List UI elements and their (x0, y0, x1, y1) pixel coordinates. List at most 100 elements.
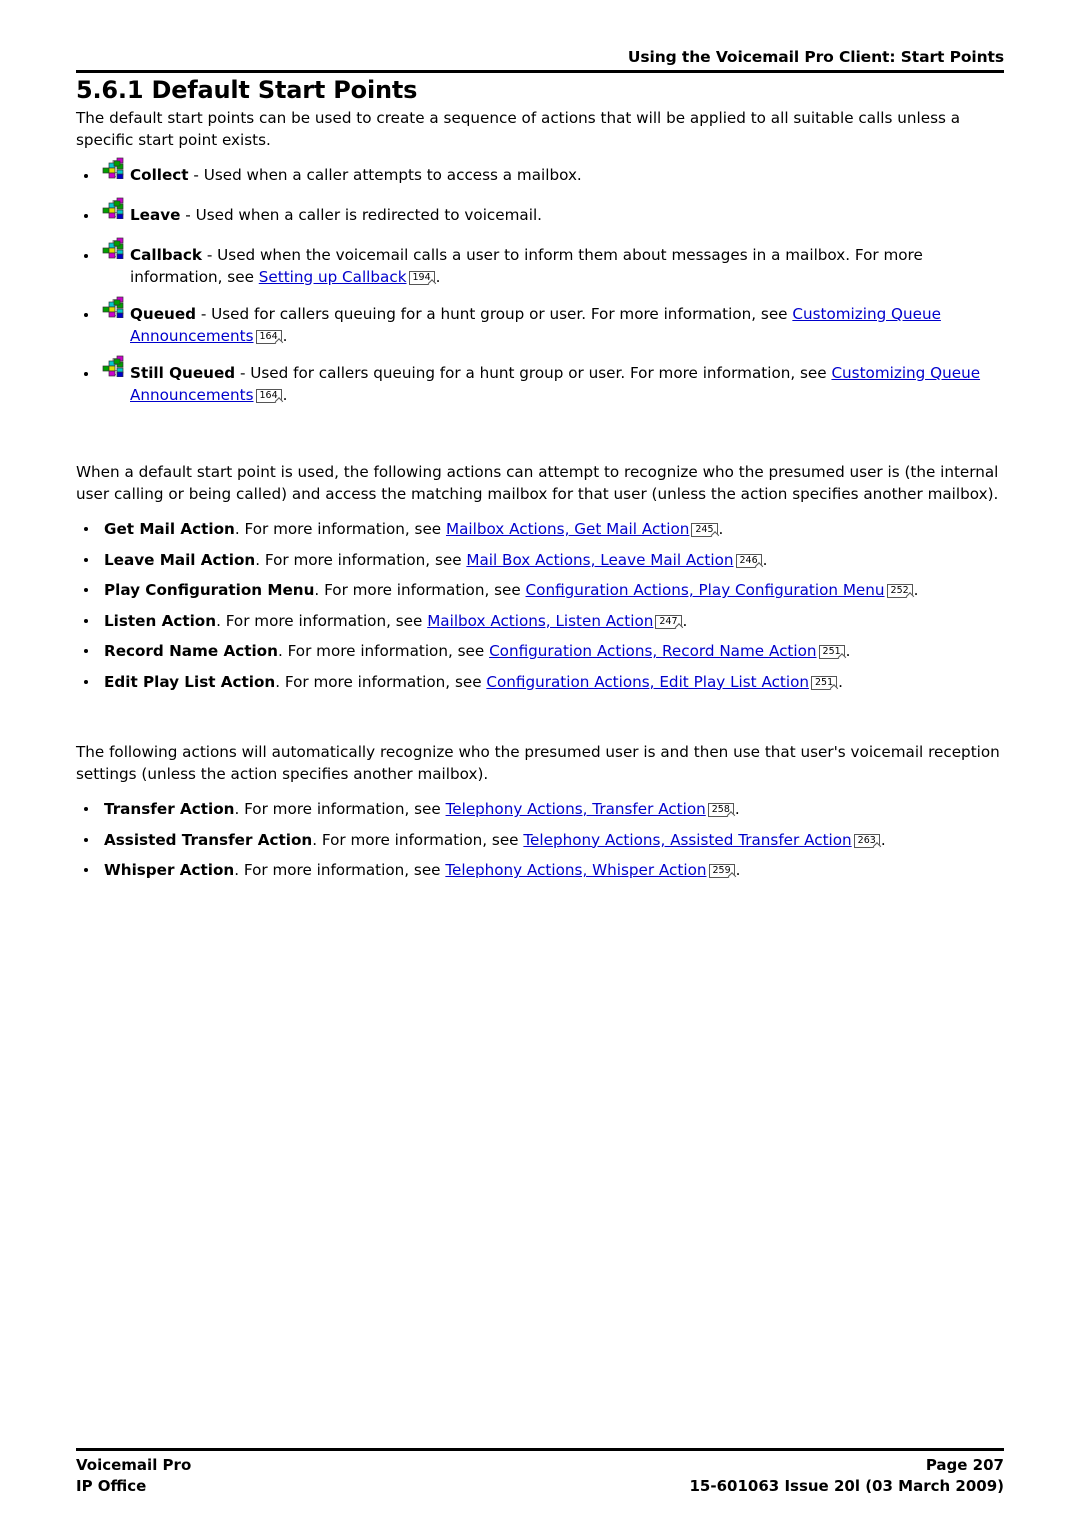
list-item: Listen Action. For more information, see… (76, 611, 1008, 633)
cross-reference-link[interactable]: Mail Box Actions, Leave Mail Action (466, 551, 733, 569)
list-item-tail: . (845, 642, 851, 660)
cross-reference-link[interactable]: Mailbox Actions, Listen Action (427, 612, 653, 630)
page-reference-badge[interactable]: 194 (408, 270, 435, 285)
list-item-tail: . (734, 800, 740, 818)
bullet-icon (84, 837, 88, 842)
start-point-description: - Used when the voicemail calls a user t… (130, 246, 923, 286)
start-point-description: - Used when a caller attempts to access … (188, 166, 582, 184)
action-description: . For more information, see (312, 830, 524, 849)
cross-reference-link[interactable]: Configuration Actions, Play Configuratio… (526, 581, 885, 599)
page-reference-badge[interactable]: 164 (255, 388, 282, 403)
action-description: . For more information, see (234, 520, 446, 538)
bullet-icon (84, 649, 88, 653)
list-item: Leave - Used when a caller is redirected… (76, 197, 1008, 229)
footer-left: Voicemail Pro IP Office (76, 1455, 191, 1497)
list-item: Callback - Used when the voicemail calls… (76, 237, 1008, 288)
page-reference-badge[interactable]: 247 (655, 614, 682, 629)
action-description: . For more information, see (275, 672, 487, 691)
list-item: Edit Play List Action. For more informat… (76, 672, 1008, 694)
list-item-tail: . (913, 581, 919, 599)
action-description: . For more information, see (234, 861, 446, 879)
page-reference-badge[interactable]: 251 (811, 675, 838, 690)
bullet-icon (84, 557, 88, 562)
page-reference-badge[interactable]: 246 (735, 553, 762, 568)
bullet-icon (84, 527, 88, 531)
list-item: Still Queued - Used for callers queuing … (76, 355, 1008, 406)
action-name: Listen Action (104, 611, 217, 630)
page-reference-badge[interactable]: 258 (707, 803, 734, 817)
start-point-tree-icon (102, 157, 126, 180)
start-point-name: Queued (130, 305, 197, 323)
list-item: Transfer Action. For more information, s… (76, 799, 1008, 821)
list-item: Leave Mail Action. For more information,… (76, 550, 1008, 572)
list-item: Play Configuration Menu. For more inform… (76, 580, 1008, 602)
page-reference-badge[interactable]: 263 (853, 833, 880, 848)
bullet-icon (84, 618, 88, 623)
action-description: . For more information, see (277, 642, 490, 660)
bullet-icon (84, 372, 88, 376)
footer-right: Page 207 15-601063 Issue 20l (03 March 2… (404, 1455, 1005, 1497)
page-reference-badge[interactable]: 245 (691, 523, 718, 537)
page-reference-badge[interactable]: 259 (708, 864, 735, 878)
start-point-tree-icon (102, 237, 126, 260)
bullet-icon (84, 679, 88, 684)
list-item-tail: . (838, 672, 843, 691)
list-item: Record Name Action. For more information… (76, 641, 1008, 663)
action-description: . For more information, see (314, 581, 526, 599)
page-title: 5.6.1 Default Start Points (76, 76, 418, 104)
footer-product: Voicemail Pro (76, 1456, 192, 1474)
footer-page-number: Page 207 (925, 1456, 1004, 1474)
page-reference-badge[interactable]: 252 (886, 584, 913, 598)
list-item: Whisper Action. For more information, se… (76, 860, 1008, 882)
cross-reference-link[interactable]: Setting up Callback (259, 268, 407, 286)
bullet-icon (84, 807, 88, 811)
list-item: Get Mail Action. For more information, s… (76, 519, 1008, 541)
bullet-icon (84, 254, 88, 258)
footer-document-id: 15-601063 Issue 20l (03 March 2009) (689, 1477, 1005, 1495)
recognize-paragraph: When a default start point is used, the … (76, 463, 999, 503)
action-name: Play Configuration Menu (104, 581, 315, 599)
cross-reference-link[interactable]: Telephony Actions, Assisted Transfer Act… (523, 831, 851, 849)
page-reference-badge[interactable]: 164 (255, 329, 282, 344)
cross-reference-link[interactable]: Telephony Actions, Transfer Action (446, 800, 706, 818)
start-point-name: Callback (130, 246, 203, 264)
cross-reference-link[interactable]: Telephony Actions, Whisper Action (445, 861, 706, 879)
intro-paragraph: The default start points can be used to … (76, 109, 961, 149)
header-rule (76, 70, 1004, 73)
bullet-icon (84, 174, 88, 178)
page-reference-badge[interactable]: 251 (818, 645, 845, 659)
start-point-tree-icon (102, 296, 126, 319)
start-point-name: Leave (130, 206, 181, 224)
bullet-icon (84, 214, 88, 218)
cross-reference-link[interactable]: Configuration Actions, Record Name Actio… (489, 642, 816, 660)
action-name: Transfer Action (104, 800, 235, 818)
action-description: . For more information, see (216, 611, 428, 630)
action-description: . For more information, see (255, 550, 467, 569)
document-page: Using the Voicemail Pro Client: Start Po… (0, 0, 1080, 1528)
bullet-icon (84, 313, 88, 317)
action-name: Record Name Action (104, 642, 278, 660)
cross-reference-link[interactable]: Mailbox Actions, Get Mail Action (446, 520, 689, 538)
cross-reference-link[interactable]: Configuration Actions, Edit Play List Ac… (486, 673, 809, 691)
page-header-title: Using the Voicemail Pro Client: Start Po… (627, 48, 1004, 66)
footer-system: IP Office (76, 1477, 147, 1495)
action-name: Whisper Action (104, 861, 235, 879)
footer-rule (76, 1448, 1004, 1451)
start-point-name: Still Queued (130, 364, 236, 382)
bullet-icon (84, 868, 88, 872)
start-point-description: - Used when a caller is redirected to vo… (180, 206, 542, 224)
action-name: Leave Mail Action (104, 550, 256, 569)
start-point-tree-icon (102, 197, 126, 220)
action-name: Assisted Transfer Action (104, 830, 313, 849)
action-name: Edit Play List Action (104, 672, 276, 691)
start-point-description: - Used for callers queuing for a hunt gr… (196, 305, 793, 323)
start-point-tree-icon (102, 355, 126, 378)
action-description: . For more information, see (234, 800, 446, 818)
auto-paragraph: The following actions will automatically… (76, 743, 1000, 783)
start-point-description: - Used for callers queuing for a hunt gr… (235, 364, 832, 382)
list-item: Queued - Used for callers queuing for a … (76, 296, 1008, 347)
auto-actions-list: Transfer Action. For more information, s… (76, 799, 1008, 882)
list-item: Collect - Used when a caller attempts to… (76, 157, 1008, 189)
bullet-icon (84, 588, 88, 592)
page-content: The default start points can be used to … (76, 108, 1008, 891)
